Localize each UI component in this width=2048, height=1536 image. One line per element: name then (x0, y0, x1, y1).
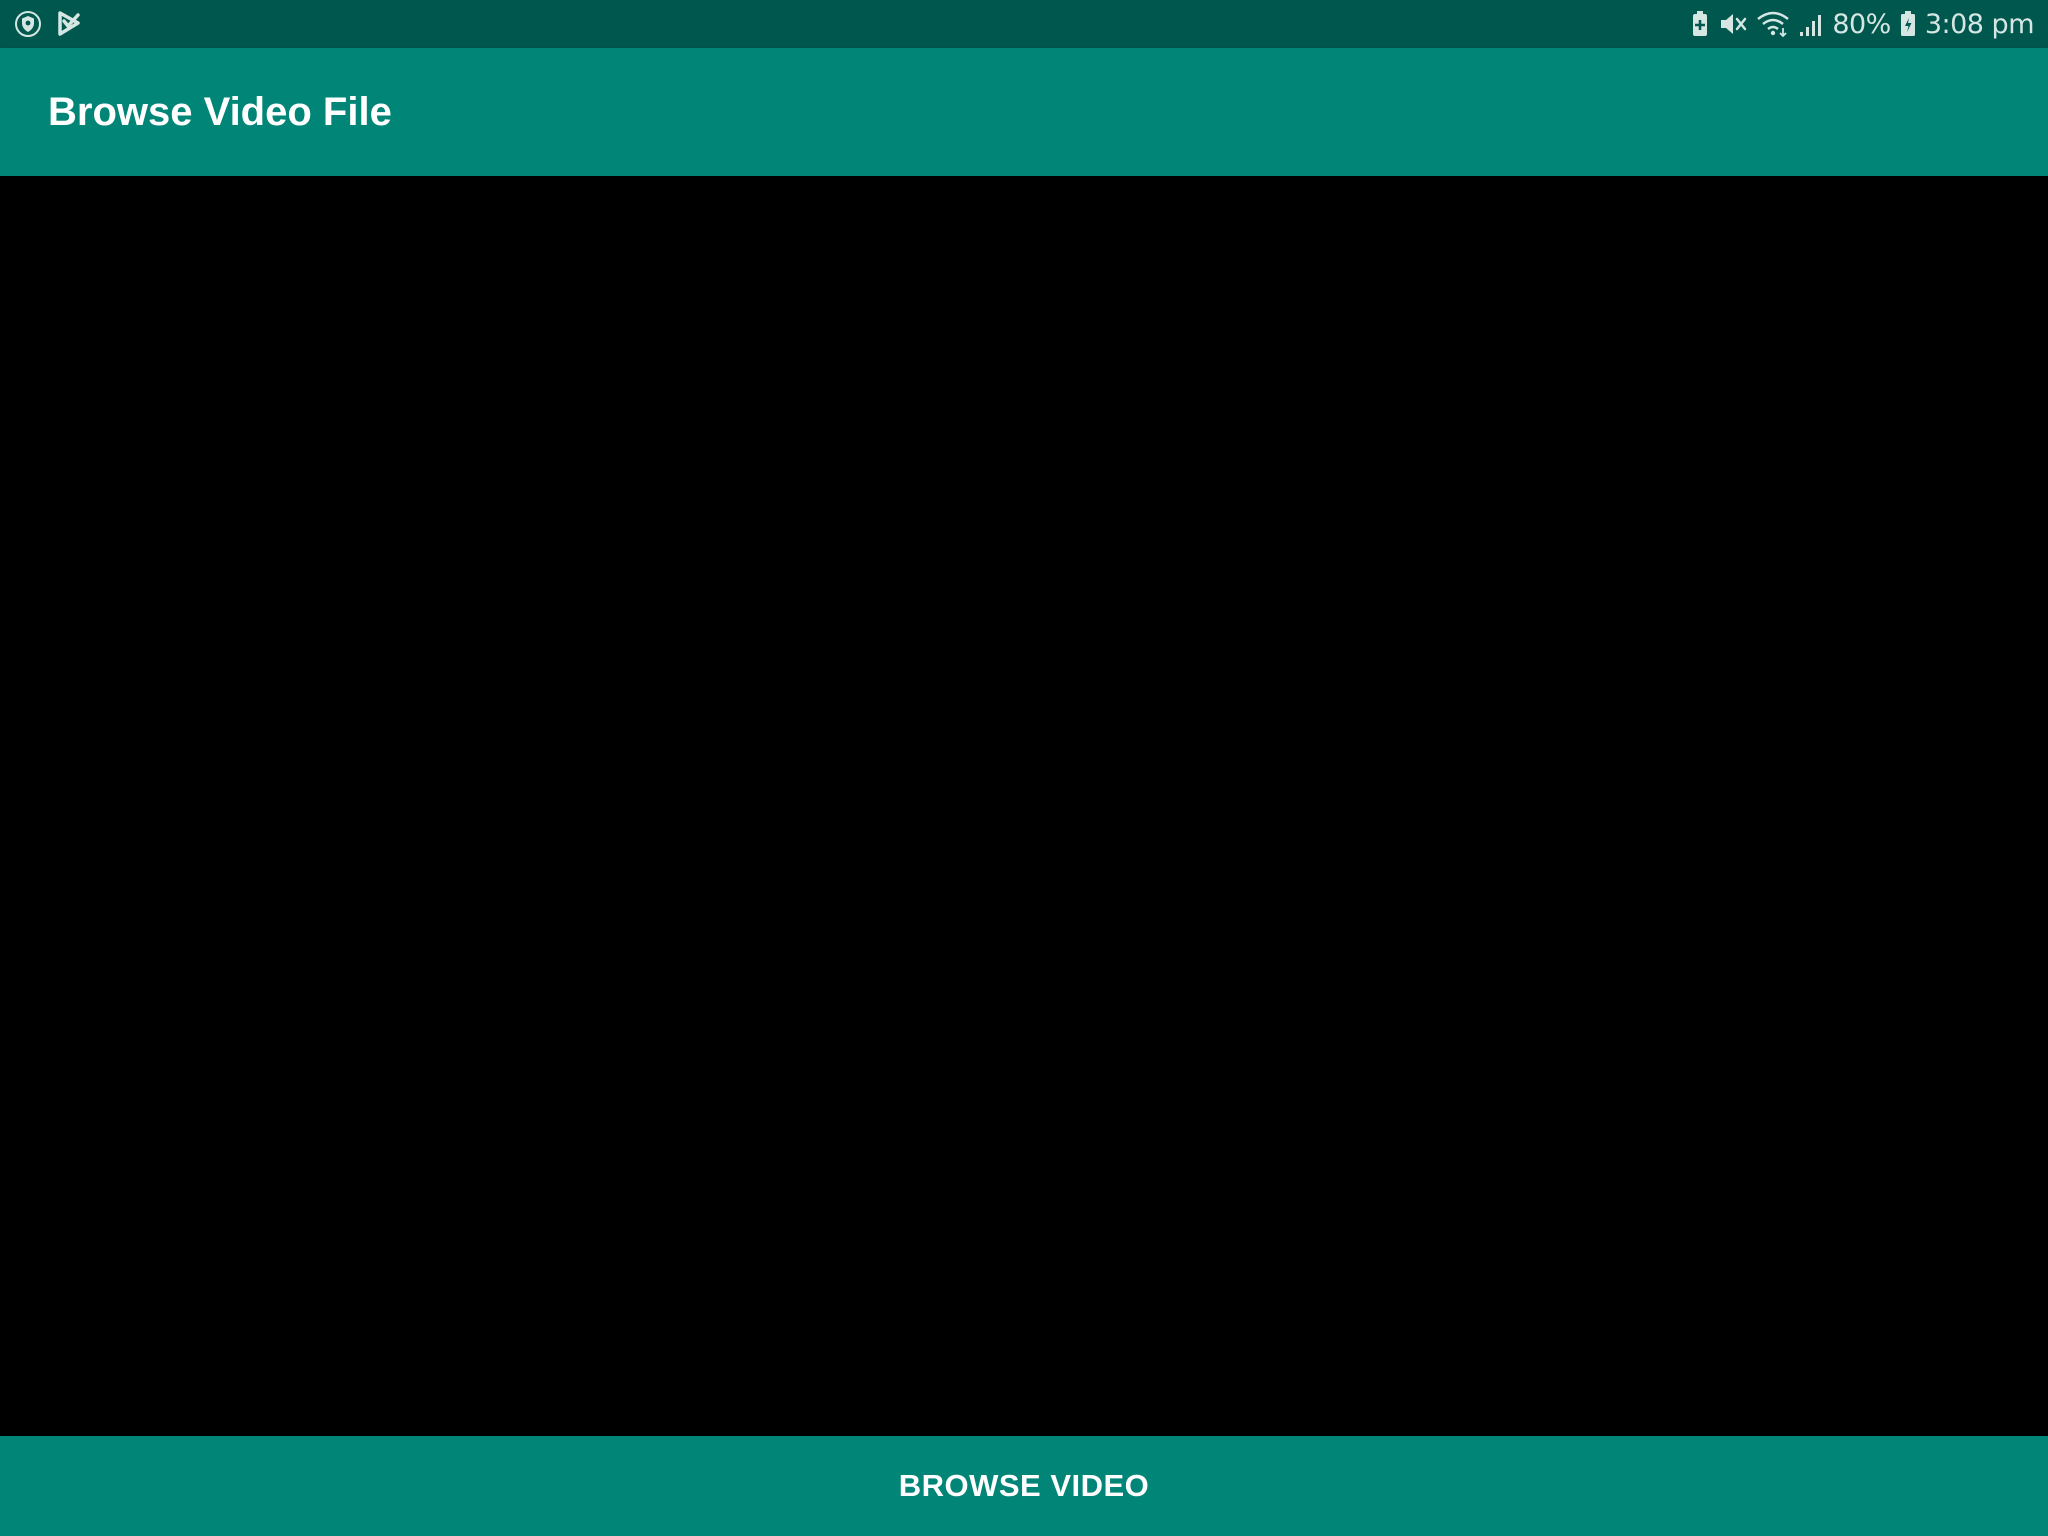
clock: 3:08 pm (1924, 8, 2035, 40)
system-status-icons: 80% 3:08 pm (1690, 0, 2035, 48)
browse-video-button[interactable]: BROWSE VIDEO (0, 1436, 2048, 1536)
mute-icon (1718, 10, 1748, 38)
app-bar: Browse Video File (0, 48, 2048, 176)
wifi-icon (1756, 10, 1790, 38)
battery-percent: 80% (1832, 8, 1891, 40)
video-view[interactable] (0, 176, 2048, 1436)
notification-icons (14, 8, 82, 40)
shield-notification-icon (14, 10, 42, 38)
battery-saver-icon (1690, 10, 1710, 38)
battery-icon (1899, 10, 1917, 38)
play-store-notification-icon (56, 10, 82, 38)
cellular-signal-icon (1798, 10, 1824, 38)
page-title: Browse Video File (48, 90, 392, 134)
status-bar: 80% 3:08 pm (0, 0, 2048, 48)
